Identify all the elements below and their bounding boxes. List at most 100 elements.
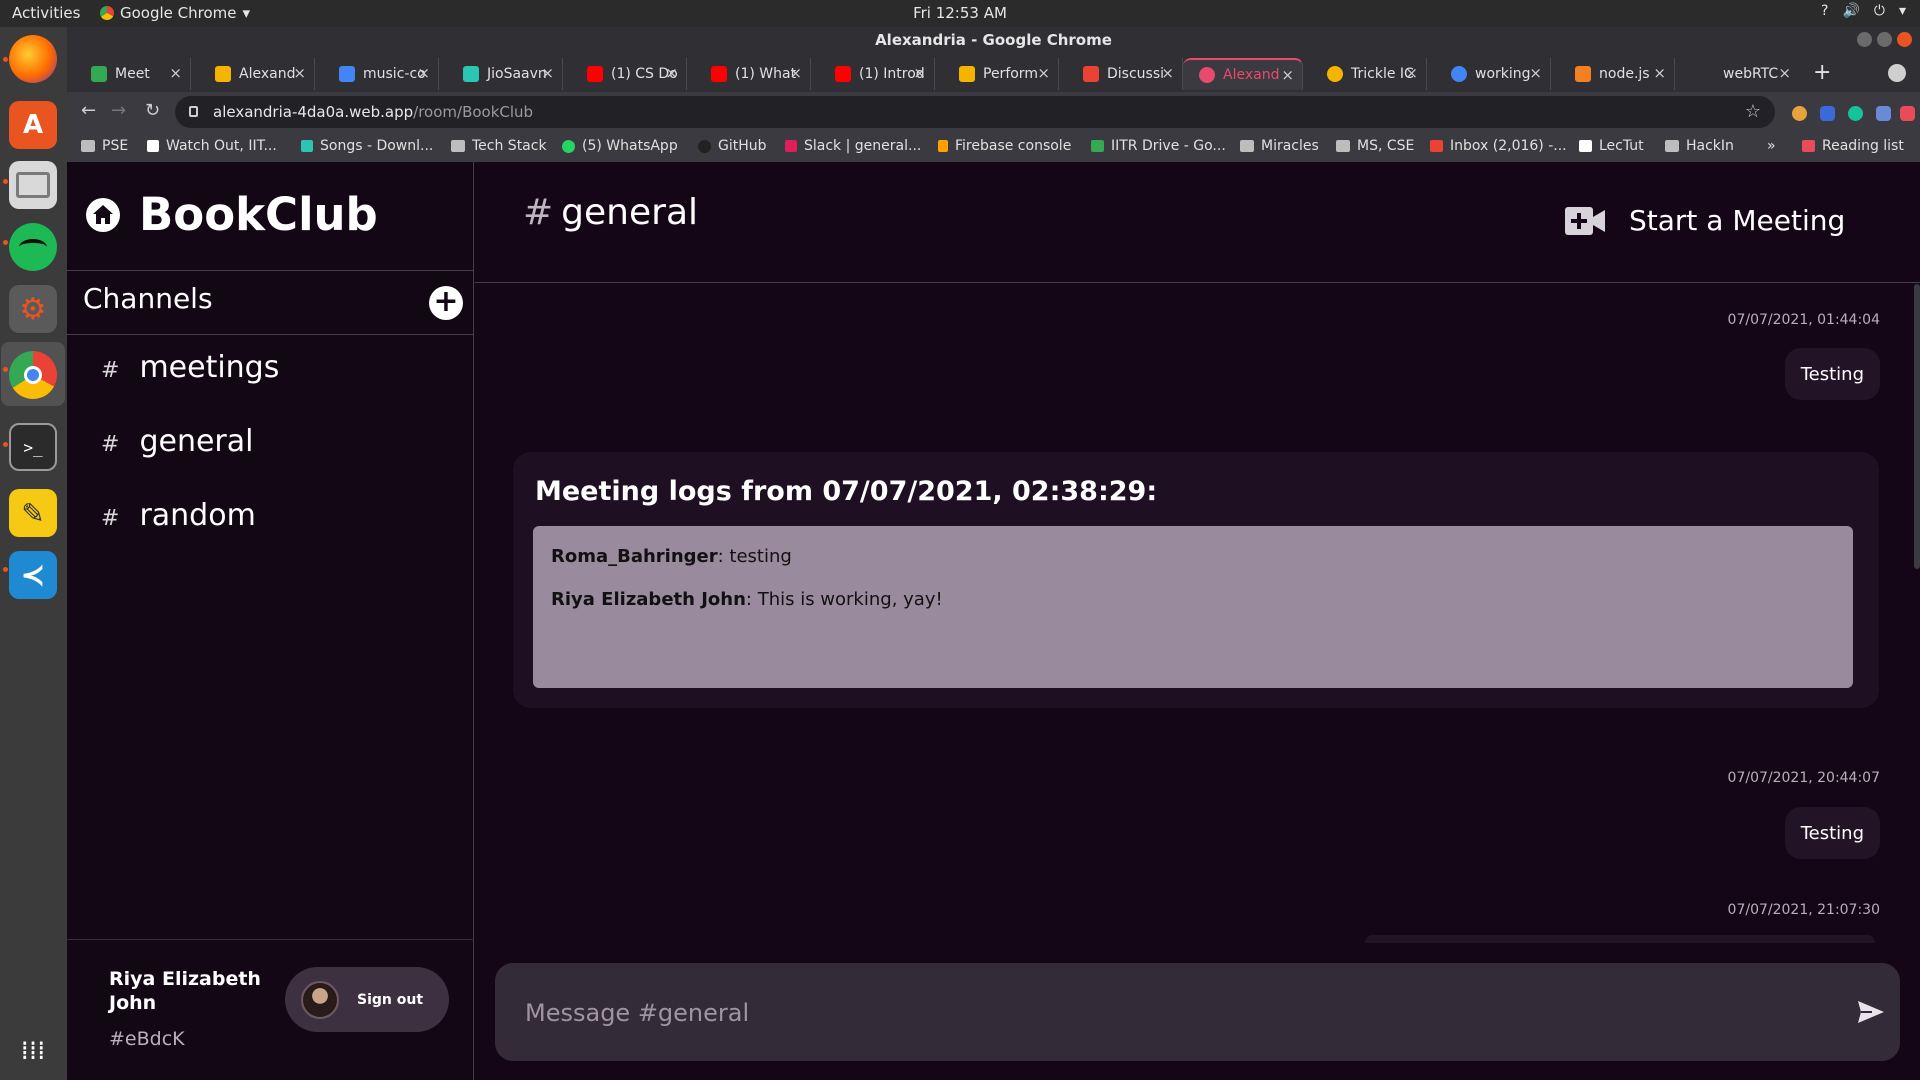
bookmark[interactable]: IITR Drive - Go...: [1091, 138, 1226, 154]
extensions-puzzle-icon[interactable]: [1900, 106, 1915, 121]
tab-close-icon[interactable]: ×: [417, 64, 430, 82]
terminal-icon[interactable]: >_: [9, 423, 57, 471]
bookmark[interactable]: Miracles: [1240, 138, 1319, 154]
bookmark[interactable]: Watch Out, IIT...: [147, 138, 277, 154]
tab-close-icon[interactable]: ×: [913, 64, 926, 82]
tab-close-icon[interactable]: ×: [1281, 66, 1294, 84]
scrollbar[interactable]: [1914, 284, 1920, 569]
software-center-icon[interactable]: A: [9, 101, 57, 149]
chrome-dock-icon[interactable]: [9, 351, 57, 399]
tab-close-icon[interactable]: ×: [293, 64, 306, 82]
extension-icon[interactable]: [1792, 106, 1807, 121]
new-tab-icon[interactable]: +: [1813, 60, 1831, 85]
tab[interactable]: (1) CS Do ×: [571, 58, 687, 90]
bookmark[interactable]: Inbox (2,016) -...: [1430, 138, 1567, 154]
tab-close-icon[interactable]: ×: [1529, 64, 1542, 82]
tray-menu-icon[interactable]: ▾: [1899, 3, 1906, 19]
show-apps-icon[interactable]: ⁞⁞⁞: [9, 1027, 57, 1075]
tab[interactable]: Discussi ×: [1067, 58, 1183, 90]
tab-close-icon[interactable]: ×: [789, 64, 802, 82]
channel-item-meetings[interactable]: # meetings: [101, 350, 279, 385]
tab[interactable]: node.js ×: [1559, 58, 1675, 90]
tab-close-icon[interactable]: ×: [1161, 64, 1174, 82]
running-indicator: [3, 567, 8, 572]
bookmark[interactable]: GitHub: [698, 138, 767, 154]
bookmark[interactable]: (5) WhatsApp: [562, 138, 678, 154]
system-tray[interactable]: ? 🔊 ⏻ ▾: [1821, 3, 1906, 19]
channel-item-random[interactable]: # random: [101, 498, 256, 533]
tab-close-icon[interactable]: ×: [1653, 64, 1666, 82]
tab[interactable]: webRTC ×: [1683, 58, 1799, 90]
tab-close-icon[interactable]: ×: [665, 64, 678, 82]
forward-icon[interactable]: →: [111, 100, 126, 121]
address-bar[interactable]: alexandria-4da0a.web.app/room/BookClub ☆: [175, 96, 1775, 128]
bookmark-star-icon[interactable]: ☆: [1745, 96, 1761, 128]
tab[interactable]: Meet ×: [75, 58, 191, 90]
tab[interactable]: (1) Introd ×: [819, 58, 935, 90]
activities-button[interactable]: Activities: [12, 4, 80, 22]
gmail-icon: [1430, 140, 1443, 152]
tab-favicon-icon: [339, 66, 355, 82]
clock[interactable]: Fri 12:53 AM: [913, 4, 1007, 22]
reload-icon[interactable]: ↻: [145, 100, 160, 121]
app-menu[interactable]: Google Chrome ▾: [100, 4, 250, 22]
firefox-icon[interactable]: [9, 35, 57, 83]
grammarly-icon[interactable]: [1848, 106, 1863, 121]
settings-icon[interactable]: ⚙: [9, 285, 57, 333]
tab[interactable]: (1) What ×: [695, 58, 811, 90]
tab-close-icon[interactable]: ×: [1778, 64, 1791, 82]
video-camera-icon: [1565, 206, 1605, 235]
tab-close-icon[interactable]: ×: [1037, 64, 1050, 82]
reading-list-button[interactable]: Reading list: [1802, 138, 1904, 154]
power-icon[interactable]: ⏻: [1874, 3, 1885, 19]
extension-icon[interactable]: [1820, 106, 1835, 121]
bookmark[interactable]: Slack | general...: [785, 138, 921, 154]
tab-label: Alexand: [1223, 67, 1280, 83]
message-timestamp: 07/07/2021, 20:44:07: [1727, 770, 1880, 786]
bookmark[interactable]: HackIn: [1665, 138, 1734, 154]
tab-close-icon[interactable]: ×: [1405, 64, 1418, 82]
bookmark[interactable]: MS, CSE: [1336, 138, 1414, 154]
back-icon[interactable]: ←: [81, 100, 96, 121]
tab-close-icon[interactable]: ×: [541, 64, 554, 82]
channel-item-general[interactable]: # general: [101, 424, 253, 459]
divider: [67, 939, 474, 940]
lock-icon[interactable]: [189, 106, 198, 117]
start-meeting-button[interactable]: Start a Meeting: [1565, 204, 1845, 237]
more-bookmarks-button[interactable]: »: [1767, 138, 1776, 154]
tab-favicon-icon: [1575, 66, 1591, 82]
meeting-log-card: Meeting logs from 07/07/2021, 02:38:29: …: [513, 452, 1879, 708]
tab[interactable]: Alexand ×: [199, 58, 315, 90]
text-editor-icon[interactable]: ✎: [9, 489, 57, 537]
tab[interactable]: Trickle IC ×: [1311, 58, 1427, 90]
tab[interactable]: working ×: [1435, 58, 1551, 90]
bookmark[interactable]: Firebase console: [938, 138, 1071, 154]
sign-out-button[interactable]: Sign out: [285, 967, 449, 1032]
help-icon[interactable]: ?: [1821, 3, 1828, 19]
message-text: Testing: [1800, 363, 1864, 385]
maximize-icon[interactable]: [1877, 32, 1892, 47]
send-icon[interactable]: [1856, 997, 1886, 1027]
close-icon[interactable]: [1897, 32, 1912, 47]
tab-close-icon[interactable]: ×: [169, 64, 182, 82]
bookmark[interactable]: Songs - Downl...: [301, 138, 433, 154]
minimize-icon[interactable]: [1857, 32, 1872, 47]
vscode-icon[interactable]: ≺: [9, 551, 57, 599]
bookmark[interactable]: PSE: [81, 138, 128, 154]
bookmark[interactable]: LecTut: [1579, 138, 1644, 154]
tab-active[interactable]: Alexand ×: [1183, 58, 1303, 90]
tab-search-icon[interactable]: [1888, 64, 1906, 82]
tab[interactable]: JioSaavn ×: [447, 58, 563, 90]
bookmark[interactable]: Tech Stack: [451, 138, 547, 154]
brand[interactable]: BookClub: [85, 188, 378, 241]
add-channel-button[interactable]: +: [429, 286, 463, 320]
tab[interactable]: Perform ×: [943, 58, 1059, 90]
spotify-icon[interactable]: [9, 223, 57, 271]
files-icon[interactable]: [9, 161, 57, 209]
tab[interactable]: music-co ×: [323, 58, 439, 90]
extension-icon[interactable]: [1876, 106, 1891, 121]
tab-label: node.js: [1599, 66, 1650, 82]
browser-toolbar: ← → ↻ alexandria-4da0a.web.app/room/Book…: [67, 92, 1920, 132]
volume-icon[interactable]: 🔊: [1842, 3, 1859, 19]
message-input[interactable]: [525, 993, 1825, 1033]
